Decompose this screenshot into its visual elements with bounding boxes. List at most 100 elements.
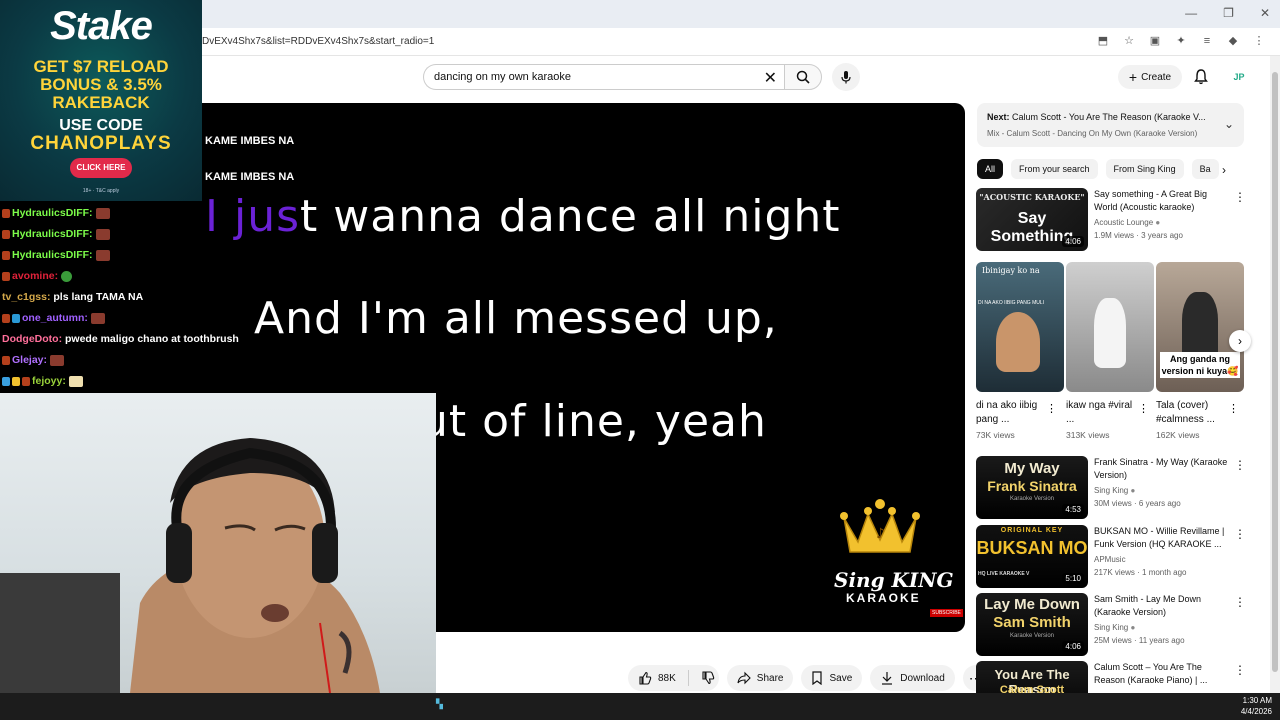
list-item[interactable]: You Are The Reason Calum Scott Calum Sco…: [976, 661, 1246, 693]
shorts-next-button[interactable]: ›: [1229, 330, 1251, 352]
thumbnail-small-text: Karaoke Version: [1009, 496, 1055, 502]
download-button[interactable]: Download: [870, 665, 955, 691]
chat-badge-icon: [2, 208, 10, 218]
person-figure: [996, 312, 1040, 372]
video-title[interactable]: Calum Scott – You Are The Reason (Karaok…: [1094, 661, 1228, 687]
subscribe-watermark[interactable]: SUBSCRIBE: [930, 609, 963, 617]
bookmark-star-icon[interactable]: ☆: [1122, 34, 1136, 48]
more-options-icon[interactable]: ⋮: [1234, 663, 1246, 677]
puzzle-extensions-icon[interactable]: ✦: [1174, 34, 1188, 48]
short-views: 73K views: [976, 430, 1015, 440]
duration-badge: 4:53: [1062, 504, 1084, 515]
page-scrollbar[interactable]: [1270, 56, 1280, 693]
install-app-icon[interactable]: ⬒: [1096, 34, 1110, 48]
short-title[interactable]: Tala (cover) #calmness ...: [1156, 399, 1226, 427]
short-views: 162K views: [1156, 430, 1200, 440]
thumbnail-text: BUKSAN MO: [976, 538, 1088, 558]
list-item[interactable]: "ACOUSTIC KARAOKE" Say Something 4:06 Sa…: [976, 188, 1246, 252]
search-button[interactable]: [784, 64, 822, 90]
url-text[interactable]: DvEXv4Shx7s&list=RDDvEXv4Shx7s&start_rad…: [202, 36, 434, 47]
avatar[interactable]: JP: [1230, 68, 1248, 86]
stream-chat-overlay: HydraulicsDIFF: HydraulicsDIFF: Hydrauli…: [0, 203, 262, 393]
profile-extension-icon[interactable]: ◆: [1226, 34, 1240, 48]
extension-g-icon[interactable]: ▣: [1148, 34, 1162, 48]
create-label: Create: [1141, 71, 1172, 83]
close-window-button[interactable]: ✕: [1260, 6, 1270, 20]
video-thumbnail[interactable]: Lay Me Down Sam Smith Karaoke Version 4:…: [976, 593, 1088, 656]
minimize-button[interactable]: —: [1185, 6, 1197, 20]
more-options-icon[interactable]: ⋮: [1138, 402, 1149, 415]
thumbs-down-icon[interactable]: [701, 671, 715, 685]
search-query[interactable]: dancing on my own karaoke: [434, 71, 571, 83]
save-button[interactable]: Save: [801, 665, 863, 691]
bookmark-icon: [812, 671, 823, 685]
share-button[interactable]: Share: [726, 665, 794, 691]
chat-username: DodgeDoto:: [2, 333, 63, 345]
more-options-icon[interactable]: ⋮: [1234, 190, 1246, 204]
stake-ad-overlay: Stake GET $7 RELOAD BONUS & 3.5% RAKEBAC…: [0, 0, 202, 201]
divider: [687, 670, 689, 686]
short-thumbnail[interactable]: Ibinigay ko na DI NA AKO IIBIG PANG MULI: [976, 262, 1064, 392]
video-title[interactable]: Frank Sinatra - My Way (Karaoke Version): [1094, 456, 1228, 482]
more-options-icon[interactable]: ⋮: [1046, 402, 1057, 415]
restore-button[interactable]: ❐: [1223, 6, 1234, 20]
chip-from-channel[interactable]: From Sing King: [1105, 159, 1184, 179]
more-options-icon[interactable]: ⋮: [1234, 458, 1246, 472]
short-small-text: DI NA AKO IIBIG PANG MULI: [978, 300, 1045, 306]
more-options-icon[interactable]: ⋮: [1228, 402, 1239, 415]
list-item[interactable]: ORIGINAL KEY BUKSAN MO HQ LIVE KARAOKE V…: [976, 525, 1246, 589]
notifications-bell-icon[interactable]: [1192, 68, 1210, 86]
channel-name[interactable]: Acoustic Lounge ●: [1094, 218, 1160, 227]
list-item[interactable]: My Way Frank Sinatra Karaoke Version 4:5…: [976, 456, 1246, 520]
filter-chips: All From your search From Sing King Ba: [977, 159, 1227, 179]
chip-more[interactable]: Ba: [1191, 159, 1219, 179]
short-title[interactable]: ikaw nga #viral ...: [1066, 399, 1136, 427]
channel-name[interactable]: Sing King ●: [1094, 486, 1135, 495]
more-options-icon[interactable]: ⋮: [1234, 527, 1246, 541]
video-title[interactable]: Say something - A Great Big World (Acous…: [1094, 188, 1228, 214]
short-title[interactable]: di na ako iibig pang ...: [976, 399, 1046, 427]
stake-promo-line: GET $7 RELOAD: [33, 57, 169, 76]
person-figure: [1094, 298, 1126, 368]
chat-badge-icon: [22, 376, 30, 386]
create-button[interactable]: + Create: [1118, 65, 1182, 89]
chat-emote-icon: [95, 228, 110, 240]
extension-icons: ⬒ ☆ ▣ ✦ ≡ ◆ ⋮: [1096, 34, 1266, 48]
search-input[interactable]: dancing on my own karaoke ✕: [423, 64, 785, 90]
chip-from-search[interactable]: From your search: [1011, 159, 1098, 179]
channel-name[interactable]: Sing King ●: [1094, 623, 1135, 632]
video-thumbnail[interactable]: My Way Frank Sinatra Karaoke Version 4:5…: [976, 456, 1088, 519]
browser-menu-icon[interactable]: ⋮: [1252, 34, 1266, 48]
video-thumbnail[interactable]: You Are The Reason Calum Scott: [976, 661, 1088, 693]
playlist-icon[interactable]: ≡: [1200, 34, 1214, 48]
next-up-panel[interactable]: Next: Calum Scott - You Are The Reason (…: [977, 103, 1244, 147]
system-clock[interactable]: 1:30 AM 4/4/2026: [1241, 695, 1272, 717]
lyric-line-1: I just wanna dance all night: [205, 191, 841, 242]
like-button[interactable]: 88K: [628, 665, 719, 691]
video-title[interactable]: BUKSAN MO - Willie Revillame | Funk Vers…: [1094, 525, 1228, 551]
stake-cta-button[interactable]: CLICK HERE: [70, 158, 132, 178]
chat-message: Glejay:: [2, 354, 65, 366]
short-thumbnail[interactable]: Ang ganda ng version ni kuya🥰: [1156, 262, 1244, 392]
more-options-icon[interactable]: ⋮: [1234, 595, 1246, 609]
channel-name[interactable]: APMusic: [1094, 555, 1126, 564]
chevron-right-icon[interactable]: ›: [1222, 163, 1226, 177]
clear-search-icon[interactable]: ✕: [764, 68, 777, 88]
video-thumbnail[interactable]: "ACOUSTIC KARAOKE" Say Something 4:06: [976, 188, 1088, 251]
voice-search-button[interactable]: [832, 63, 860, 91]
chat-emote-icon: [50, 354, 65, 366]
lyric-rest: t wanna dance all night: [300, 191, 841, 242]
taskbar-app-icon[interactable]: ▚: [436, 699, 443, 710]
video-title[interactable]: Sam Smith - Lay Me Down (Karaoke Version…: [1094, 593, 1228, 619]
scrollbar-thumb[interactable]: [1272, 72, 1278, 672]
thumbnail-text: Lay Me Down: [984, 596, 1080, 613]
list-item[interactable]: Lay Me Down Sam Smith Karaoke Version 4:…: [976, 593, 1246, 657]
os-taskbar: ▚ 1:30 AM 4/4/2026: [0, 693, 1280, 720]
video-thumbnail[interactable]: ORIGINAL KEY BUKSAN MO HQ LIVE KARAOKE V…: [976, 525, 1088, 588]
chevron-down-icon[interactable]: ⌄: [1224, 117, 1234, 131]
chat-message: DodgeDoto: pwede maligo chano at toothbr…: [2, 333, 239, 345]
shorts-shelf: Ibinigay ko na DI NA AKO IIBIG PANG MULI…: [976, 262, 1246, 447]
chip-all[interactable]: All: [977, 159, 1004, 179]
short-thumbnail[interactable]: [1066, 262, 1154, 392]
video-meta: 25M views · 11 years ago: [1094, 636, 1185, 645]
